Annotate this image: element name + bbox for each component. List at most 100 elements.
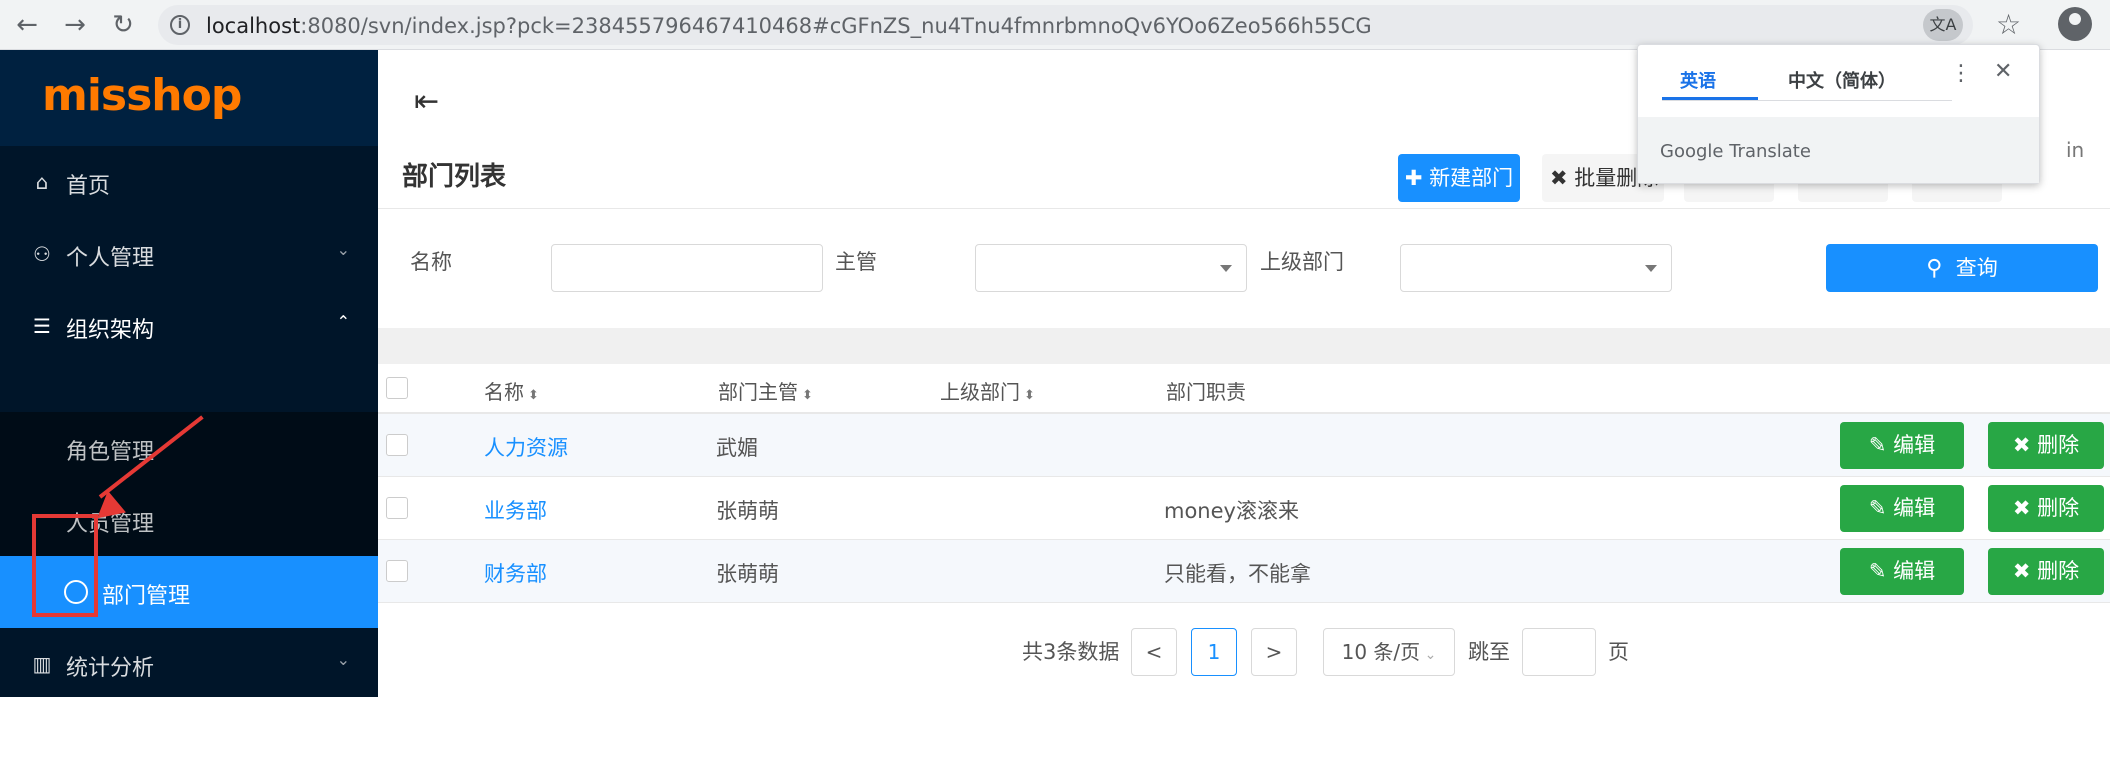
chevron-down-icon: ⌄: [1420, 647, 1437, 663]
close-icon: ✖: [2012, 433, 2031, 457]
sidebar-item-label: 部门管理: [102, 584, 191, 609]
url-host: localhost: [206, 14, 301, 38]
translate-tab-indicator: [1662, 97, 1758, 100]
edit-button[interactable]: ✎ 编辑: [1840, 485, 1964, 532]
delete-button[interactable]: ✖ 删除: [1988, 548, 2104, 595]
browser-toolbar: ← → ↻ i localhost:8080/svn/index.jsp?pck…: [0, 0, 2110, 50]
department-name-link[interactable]: 业务部: [484, 495, 547, 525]
edit-icon: ✎: [1868, 496, 1887, 520]
page-title: 部门列表: [402, 162, 507, 192]
sidebar-item-opportunities[interactable]: ◔ 机会管理 ⌄: [0, 690, 378, 762]
next-page-icon[interactable]: >: [1251, 628, 1297, 676]
page-size-select[interactable]: 10 条/页 ⌄: [1323, 628, 1455, 676]
column-header-label: 名称: [484, 380, 524, 404]
translate-popup: 英语 中文（简体） ⋮ ✕ Google Translate: [1637, 44, 2040, 184]
table-header: 名称 ⬍ 部门主管 ⬍ 上级部门 ⬍ 部门职责: [378, 364, 2110, 414]
plus-icon: ✚: [1404, 166, 1423, 190]
parent-filter-label: 上级部门: [1260, 250, 1344, 274]
sidebar-item-label: 首页: [66, 174, 111, 199]
chevron-down-icon: ⌄: [336, 240, 350, 259]
page-suffix: 页: [1608, 640, 1629, 664]
row-checkbox[interactable]: [386, 497, 408, 519]
edit-icon: ✎: [1868, 559, 1887, 583]
search-button[interactable]: ⚲ 查询: [1826, 244, 2098, 292]
user-menu[interactable]: in: [2066, 138, 2084, 162]
edit-button[interactable]: ✎ 编辑: [1840, 422, 1964, 469]
new-department-button[interactable]: ✚ 新建部门: [1398, 154, 1520, 202]
delete-button[interactable]: ✖ 删除: [1988, 485, 2104, 532]
sidebar-item-home[interactable]: ⌂ 首页: [0, 146, 378, 218]
chevron-down-icon: [1645, 265, 1657, 272]
sort-icon[interactable]: ⬍: [1024, 388, 1035, 403]
department-name-link[interactable]: 财务部: [484, 558, 547, 588]
sidebar-item-roles[interactable]: 角色管理: [0, 412, 378, 484]
more-options-icon[interactable]: ⋮: [1950, 61, 1972, 86]
edit-button[interactable]: ✎ 编辑: [1840, 548, 1964, 595]
chevron-up-icon: ⌃: [336, 312, 350, 331]
close-icon: ✖: [1550, 166, 1568, 190]
reload-icon[interactable]: ↻: [106, 8, 140, 42]
chevron-down-icon: ⌄: [336, 650, 350, 669]
url-path: :8080/svn/index.jsp?pck=2384557964674104…: [300, 14, 1372, 38]
translate-icon[interactable]: 文A: [1923, 9, 1963, 41]
home-icon: ⌂: [35, 170, 49, 194]
user-icon: ⚇: [33, 242, 51, 266]
sidebar: misshop ⌂ 首页 ⚇ 个人管理 ⌄ ☰ 组织架构 ⌃ 角色管理 人员管理…: [0, 50, 378, 743]
manager-filter-select[interactable]: [975, 244, 1247, 292]
delete-label: 删除: [2037, 496, 2080, 520]
info-icon[interactable]: i: [170, 15, 190, 35]
profile-avatar-icon[interactable]: [2058, 7, 2092, 41]
sort-icon[interactable]: ⬍: [802, 388, 813, 403]
prev-page-icon[interactable]: <: [1131, 628, 1177, 676]
forward-icon[interactable]: →: [58, 8, 92, 42]
sidebar-item-label: 组织架构: [66, 318, 155, 343]
google-translate-brand: Google Translate: [1660, 141, 1811, 162]
parent-filter-select[interactable]: [1400, 244, 1672, 292]
row-checkbox[interactable]: [386, 560, 408, 582]
annotation-highlight-box: [32, 514, 98, 617]
chevron-down-icon: [1220, 265, 1232, 272]
app-logo[interactable]: misshop: [42, 70, 242, 121]
name-filter-input[interactable]: [551, 244, 823, 292]
department-duty: money滚滚来: [1164, 499, 1299, 523]
close-icon[interactable]: ✕: [1994, 59, 2012, 84]
edit-label: 编辑: [1893, 433, 1936, 457]
sidebar-item-organization[interactable]: ☰ 组织架构 ⌃: [0, 290, 378, 362]
row-checkbox[interactable]: [386, 434, 408, 456]
close-icon: ✖: [2012, 496, 2031, 520]
translate-tab-chinese[interactable]: 中文（简体）: [1788, 67, 1896, 93]
column-header-parent[interactable]: 上级部门 ⬍: [940, 376, 1035, 405]
address-bar[interactable]: i localhost:8080/svn/index.jsp?pck=23845…: [158, 5, 1973, 45]
delete-button[interactable]: ✖ 删除: [1988, 422, 2104, 469]
edit-label: 编辑: [1893, 559, 1936, 583]
department-manager: 武媚: [716, 436, 758, 460]
edit-icon: ✎: [1868, 433, 1887, 457]
column-header-label: 部门职责: [1166, 380, 1246, 404]
jump-label: 跳至: [1468, 640, 1510, 664]
column-header-label: 部门主管: [718, 380, 798, 404]
column-header-name[interactable]: 名称 ⬍: [484, 376, 539, 405]
collapse-sidebar-icon[interactable]: ⇤: [414, 84, 439, 119]
table-row: 人力资源 武媚 ✎ 编辑 ✖ 删除: [378, 414, 2110, 477]
department-manager: 张萌萌: [716, 562, 779, 586]
back-icon[interactable]: ←: [10, 8, 44, 42]
edit-label: 编辑: [1893, 496, 1936, 520]
page-number-button[interactable]: 1: [1191, 628, 1237, 676]
section-divider: [378, 328, 2110, 364]
department-name-link[interactable]: 人力资源: [484, 432, 568, 462]
translate-tab-english[interactable]: 英语: [1680, 67, 1716, 93]
department-manager: 张萌萌: [716, 499, 779, 523]
sort-icon[interactable]: ⬍: [528, 388, 539, 403]
sidebar-item-personal[interactable]: ⚇ 个人管理 ⌄: [0, 218, 378, 290]
page-size-value: 10 条/页: [1341, 640, 1421, 664]
column-header-manager[interactable]: 部门主管 ⬍: [718, 376, 813, 405]
search-button-label: 查询: [1955, 256, 1998, 280]
translate-tab-divider: [1662, 100, 1952, 101]
url-text[interactable]: localhost:8080/svn/index.jsp?pck=2384557…: [206, 14, 1372, 38]
new-department-label: 新建部门: [1429, 166, 1514, 190]
select-all-checkbox[interactable]: [386, 377, 408, 399]
bookmark-star-icon[interactable]: ☆: [1996, 8, 2021, 41]
sidebar-item-label: 机会管理: [66, 718, 155, 743]
chevron-down-icon: ⌄: [336, 712, 350, 731]
jump-page-input[interactable]: [1522, 628, 1596, 676]
